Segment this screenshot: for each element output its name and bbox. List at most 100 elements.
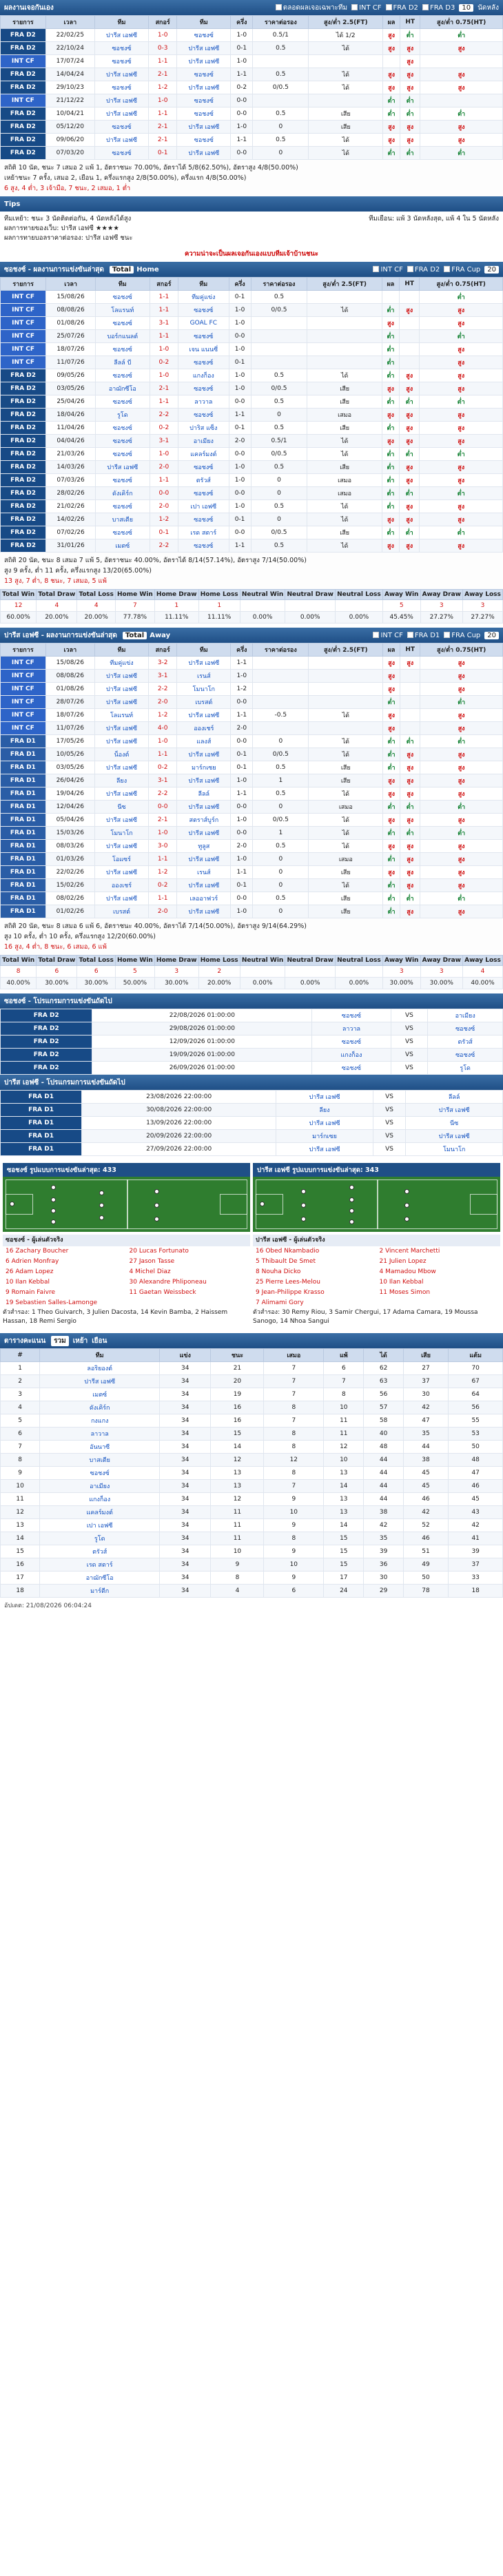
standings-row: 3 เมตซ์ 34 19 7 8 56 30 64 [0,1388,503,1401]
column-header: Away Draw [420,589,464,600]
handicap-result: ได้ [308,734,384,748]
over-under: สูง [382,669,401,683]
match-date: 18/04/26 [45,408,96,422]
handicap-result: เสมอ [308,852,384,866]
tab-home[interactable]: Home [136,266,158,274]
standings-cell: 30 [402,1388,449,1401]
standings-row: 10 อาเมียง 34 13 7 14 44 45 46 [0,1479,503,1493]
versus-label: VS [372,1129,407,1143]
home-team: โมนาโก [94,826,150,840]
team-name: ลอริยองต์ [39,1361,161,1375]
match-date: 26/04/26 [45,774,95,787]
away-filter-cup[interactable]: FRA Cup [444,632,480,639]
home-filter-d2[interactable]: FRA D2 [407,266,440,274]
stat-count: 3 [420,599,464,612]
checkbox-icon[interactable] [407,266,413,272]
match-score: 0-2 [149,421,179,435]
h2h-summary-line1: สถิติ 10 นัด, ชนะ 7 เสมอ 2 แพ้ 1, อัตราช… [4,164,298,172]
half-time-score: 0-1 [228,356,252,369]
ht-result [420,94,503,107]
home-team: ซอชงซ์ [311,1061,391,1075]
handicap-result: ได้ [308,787,384,801]
away-team: ปารีส เอฟซี [405,1103,503,1117]
league-badge: INT CF [0,94,46,107]
league-badge: FRA D2 [0,395,47,409]
column-header: ผล [381,277,400,291]
table-row: FRA D1 01/02/26 เบรสต์ 2-0 ปารีส เอฟซี 1-0 0 เส… [0,905,503,918]
h2h-filter-d3[interactable]: FRA D3 [422,4,455,12]
table-row: FRA D2 07/03/20 ซอชงซ์ 0-1 ปารีส เอฟซี 0-0 0 ได… [0,146,503,160]
ht-result: ต่ำ [420,826,503,840]
home-filter-int[interactable]: INT CF [373,266,403,274]
column-header: Neutral Loss [334,955,383,966]
versus-label: VS [372,1142,407,1156]
checkbox-icon[interactable] [444,266,451,272]
standings-tab-away[interactable]: เยือน [92,1336,107,1346]
home-count-select[interactable]: 20 [484,265,499,274]
league-badge: FRA D2 [0,1009,93,1022]
checkbox-icon[interactable] [407,632,413,638]
handicap: 0/0.5 [250,447,308,461]
over-under: สูง [382,839,401,853]
away-team: ปารีส เอฟซี [176,800,232,814]
stat-count [285,599,336,612]
table-row: INT CF 28/07/26 ปารีส เอฟซี 2-0 เบรสต์ 0-0 ต่ำ… [0,695,503,709]
h2h-filter-all[interactable]: ตลอดผลเจอเฉพาะทีม [275,3,347,13]
stat-percent: 45.45% [382,611,421,624]
league-badge: FRA D1 [0,761,46,774]
h2h-filter-int[interactable]: INT CF [351,4,382,12]
over-under: สูง [381,434,400,448]
home-team: บอร์กแนลต์ [94,329,150,343]
away-team: ซอชงซ์ [178,486,229,500]
checkbox-icon[interactable] [422,4,429,10]
match-score: 1-0 [148,28,178,42]
home-team: ปารีส เอฟซี [94,94,150,107]
handicap-result: ได้ [308,813,384,827]
table-row: FRA D2 31/01/26 เมตซ์ 2-2 ซอชงซ์ 1-1 0.5 ได้ สูง… [0,539,503,553]
ht-over-under [400,721,421,735]
match-date: 17/07/24 [45,54,95,68]
column-header: Home Loss [198,955,240,966]
match-score: 0-1 [148,146,178,160]
away-team: สตราส์บูร์ก [176,813,232,827]
handicap: 0/0.5 [250,526,308,539]
home-team: ปารีส เอฟซี [94,721,150,735]
half-time-score: 1-0 [230,774,254,787]
checkbox-icon[interactable] [373,266,380,272]
tab-away[interactable]: Away [150,632,170,639]
league-badge: FRA D2 [0,81,46,94]
home-filter-cup[interactable]: FRA Cup [444,266,480,274]
h2h-filter-d2[interactable]: FRA D2 [385,4,418,12]
versus-label: VS [372,1090,407,1104]
fixture-row: FRA D2 26/09/2026 01:00:00 ซอชงซ์ VS รูโด [0,1061,503,1075]
h2h-count-select[interactable]: 10 [459,3,474,12]
handicap-result: เสีย [307,526,382,539]
away-team: เลออาฟวร์ [176,892,232,905]
checkbox-icon[interactable] [385,4,392,10]
tab-total-away[interactable]: Total [122,631,147,639]
handicap-result [308,669,384,683]
match-date: 08/03/26 [45,839,95,853]
away-team: โมนาโก [176,682,232,696]
standings-tab-total[interactable]: รวม [51,1335,69,1346]
ht-over-under: สูง [400,81,421,94]
standings-cell: 13 [210,1466,265,1480]
tab-total[interactable]: Total [109,265,134,274]
checkbox-icon[interactable] [444,632,451,638]
checkbox-icon[interactable] [373,632,380,638]
ht-over-under: สูง [400,878,421,892]
checkbox-icon[interactable] [351,4,358,10]
away-filter-int[interactable]: INT CF [373,632,403,639]
standings-cell: 34 [159,1532,212,1545]
handicap-result [307,329,382,343]
home-team: ลียง [276,1103,373,1117]
match-score: 0-0 [149,486,179,500]
over-under: สูง [382,708,401,722]
league-badge: FRA D1 [0,774,46,787]
over-under: ต่ำ [382,94,401,107]
away-filter-d1[interactable]: FRA D1 [407,632,440,639]
checkbox-icon[interactable] [275,4,282,10]
standings-tab-home[interactable]: เหย้า [73,1336,88,1346]
away-count-select[interactable]: 20 [484,631,499,639]
ht-result: สูง [420,669,503,683]
